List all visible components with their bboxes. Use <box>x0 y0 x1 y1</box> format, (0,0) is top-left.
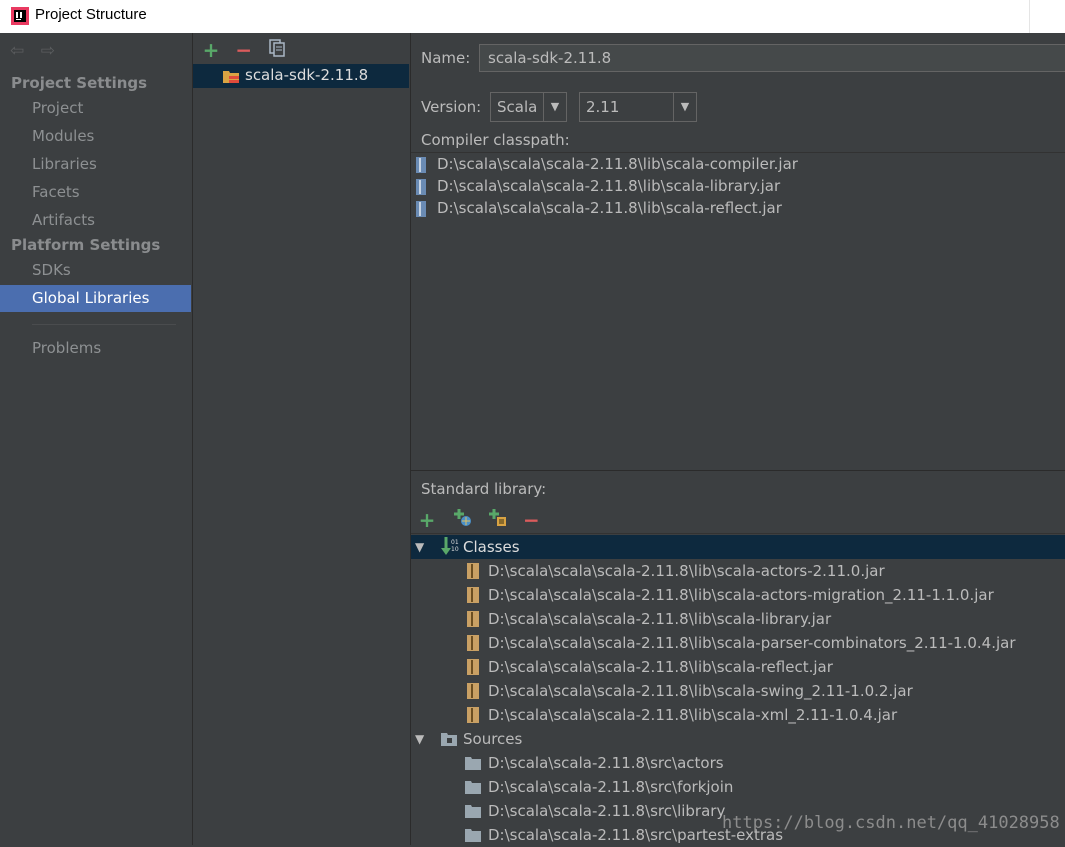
tree-node-sources[interactable]: ▼ Sources <box>411 727 1065 751</box>
back-arrow-icon[interactable]: ⇦ <box>10 42 28 60</box>
folder-icon <box>465 781 481 794</box>
tree-node-label: Classes <box>463 538 520 556</box>
tree-node-label: Sources <box>463 730 523 748</box>
classpath-entry: D:\scala\scala\scala-2.11.8\lib\scala-re… <box>437 199 782 217</box>
copy-library-icon[interactable] <box>267 39 287 59</box>
class-entry: D:\scala\scala\scala-2.11.8\lib\scala-ac… <box>488 562 885 580</box>
library-list-toolbar: + − <box>201 39 295 61</box>
nav-item-modules[interactable]: Modules <box>0 123 191 150</box>
nav-item-global-libraries[interactable]: Global Libraries <box>0 285 191 312</box>
window-controls-edge[interactable] <box>1029 0 1065 33</box>
class-entry: D:\scala\scala\scala-2.11.8\lib\scala-pa… <box>488 634 1016 652</box>
watermark: https://blog.csdn.net/qq_41028958 <box>722 813 1060 833</box>
class-entry: D:\scala\scala\scala-2.11.8\lib\scala-sw… <box>488 682 913 700</box>
version-value: 2.11 <box>586 98 620 116</box>
source-entry: D:\scala\scala-2.11.8\src\forkjoin <box>488 778 734 796</box>
tree-row[interactable]: D:\scala\scala\scala-2.11.8\lib\scala-xm… <box>411 703 1065 727</box>
nav-item-artifacts[interactable]: Artifacts <box>0 207 191 234</box>
svg-text:01: 01 <box>451 539 459 546</box>
version-kind-select[interactable]: Scala ▼ <box>490 92 567 122</box>
version-label: Version: <box>421 98 482 116</box>
project-settings-header: Project Settings <box>11 74 148 92</box>
library-item-scala-sdk[interactable]: scala-sdk-2.11.8 <box>193 64 409 88</box>
class-entry: D:\scala\scala\scala-2.11.8\lib\scala-li… <box>488 610 832 628</box>
version-kind-value: Scala <box>497 98 538 116</box>
tree-row[interactable]: D:\scala\scala\scala-2.11.8\lib\scala-ac… <box>411 583 1065 607</box>
library-folder-icon <box>223 71 239 83</box>
chevron-down-icon[interactable]: ▼ <box>673 93 696 121</box>
classes-icon: 01 10 <box>441 537 459 555</box>
nav-item-libraries[interactable]: Libraries <box>0 151 191 178</box>
window-title: Project Structure <box>35 6 147 23</box>
folder-icon <box>465 829 481 842</box>
title-bar: Project Structure <box>0 0 1065 33</box>
add-icon[interactable]: + <box>417 510 437 530</box>
jar-icon <box>416 157 426 173</box>
tree-row[interactable]: D:\scala\scala\scala-2.11.8\lib\scala-ac… <box>411 559 1065 583</box>
add-library-icon[interactable]: + <box>201 40 221 60</box>
chevron-down-icon[interactable]: ▼ <box>543 93 566 121</box>
standard-library-tree[interactable]: ▼ 01 10 Classes D:\scala\scala\scala-2.1… <box>411 533 1065 846</box>
jar-file-icon <box>467 659 479 675</box>
nav-separator <box>32 324 176 325</box>
folder-icon <box>465 805 481 818</box>
jar-icon <box>416 201 426 217</box>
add-attach-icon[interactable] <box>487 507 507 527</box>
settings-navigation: ⇦ ⇨ Project Settings Project Modules Lib… <box>0 33 193 845</box>
standard-library-toolbar: + − <box>417 507 551 531</box>
folder-icon <box>465 757 481 770</box>
jar-file-icon <box>467 611 479 627</box>
tree-row[interactable]: D:\scala\scala\scala-2.11.8\lib\scala-sw… <box>411 679 1065 703</box>
nav-item-facets[interactable]: Facets <box>0 179 191 206</box>
expand-triangle-icon[interactable]: ▼ <box>415 535 424 559</box>
expand-triangle-icon[interactable]: ▼ <box>415 727 424 751</box>
tree-row[interactable]: D:\scala\scala\scala-2.11.8\lib\scala-re… <box>411 655 1065 679</box>
jar-file-icon <box>467 683 479 699</box>
tree-row[interactable]: D:\scala\scala\scala-2.11.8\lib\scala-pa… <box>411 631 1065 655</box>
history-arrows: ⇦ ⇨ <box>10 42 67 60</box>
tree-row[interactable]: D:\scala\scala\scala-2.11.8\lib\scala-li… <box>411 607 1065 631</box>
add-url-icon[interactable] <box>452 507 472 527</box>
compiler-classpath-label: Compiler classpath: <box>421 131 570 149</box>
tree-row[interactable]: D:\scala\scala-2.11.8\src\actors <box>411 751 1065 775</box>
forward-arrow-icon[interactable]: ⇨ <box>41 42 59 60</box>
remove-library-icon[interactable]: − <box>234 40 254 60</box>
svg-text:10: 10 <box>451 546 459 553</box>
section-divider <box>411 470 1065 471</box>
classpath-entry: D:\scala\scala\scala-2.11.8\lib\scala-co… <box>437 155 798 173</box>
intellij-app-icon <box>11 7 29 25</box>
class-entry: D:\scala\scala\scala-2.11.8\lib\scala-xm… <box>488 706 898 724</box>
tree-row[interactable]: D:\scala\scala-2.11.8\src\forkjoin <box>411 775 1065 799</box>
name-input[interactable]: scala-sdk-2.11.8 <box>479 44 1065 72</box>
jar-file-icon <box>467 707 479 723</box>
compiler-classpath-list[interactable]: D:\scala\scala\scala-2.11.8\lib\scala-co… <box>411 152 1065 471</box>
jar-file-icon <box>467 635 479 651</box>
library-details-panel: Name: scala-sdk-2.11.8 Version: Scala ▼ … <box>411 33 1065 846</box>
sources-folder-icon <box>441 733 457 746</box>
source-entry: D:\scala\scala-2.11.8\src\actors <box>488 754 724 772</box>
standard-library-label: Standard library: <box>421 480 547 498</box>
version-select[interactable]: 2.11 ▼ <box>579 92 697 122</box>
class-entry: D:\scala\scala\scala-2.11.8\lib\scala-ac… <box>488 586 994 604</box>
jar-file-icon <box>467 587 479 603</box>
tree-node-classes[interactable]: ▼ 01 10 Classes <box>411 535 1065 559</box>
nav-item-project[interactable]: Project <box>0 95 191 122</box>
nav-item-problems[interactable]: Problems <box>0 335 191 362</box>
jar-icon <box>416 179 426 195</box>
remove-icon[interactable]: − <box>521 510 541 530</box>
classpath-entry: D:\scala\scala\scala-2.11.8\lib\scala-li… <box>437 177 781 195</box>
library-list-panel: + − scala-sdk-2.11.8 <box>193 33 411 845</box>
name-label: Name: <box>421 49 471 67</box>
jar-file-icon <box>467 563 479 579</box>
platform-settings-header: Platform Settings <box>11 236 161 254</box>
source-entry: D:\scala\scala-2.11.8\src\library <box>488 802 726 820</box>
nav-item-sdks[interactable]: SDKs <box>0 257 191 284</box>
library-item-label: scala-sdk-2.11.8 <box>245 66 369 84</box>
class-entry: D:\scala\scala\scala-2.11.8\lib\scala-re… <box>488 658 833 676</box>
